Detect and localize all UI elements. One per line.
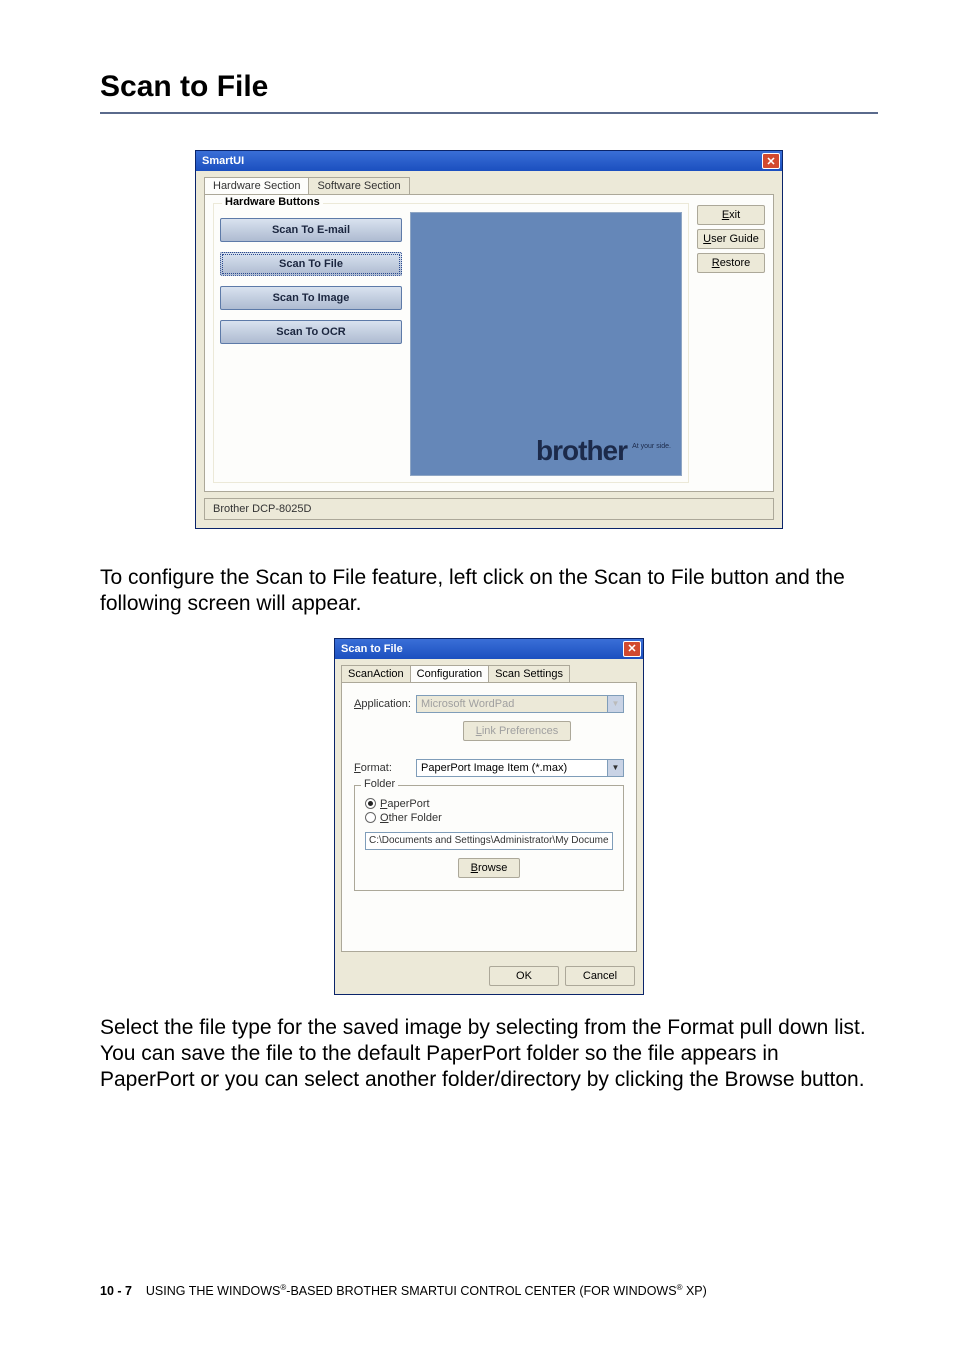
dialog-title: Scan to File bbox=[341, 643, 403, 655]
hardware-button-list: Scan To E-mail Scan To File Scan To Imag… bbox=[220, 212, 402, 476]
heading-rule bbox=[100, 112, 878, 114]
tab-software-section[interactable]: Software Section bbox=[308, 177, 409, 194]
section-heading: Scan to File bbox=[100, 70, 878, 104]
application-value: Microsoft WordPad bbox=[421, 698, 514, 710]
radio-icon[interactable] bbox=[365, 812, 376, 823]
folder-path-input[interactable] bbox=[365, 832, 613, 850]
application-dropdown: Microsoft WordPad ▼ bbox=[416, 695, 624, 713]
scan-to-email-button[interactable]: Scan To E-mail bbox=[220, 218, 402, 242]
tab-scan-settings[interactable]: Scan Settings bbox=[488, 665, 570, 682]
brother-tagline: At your side. bbox=[632, 443, 671, 450]
close-icon[interactable]: ✕ bbox=[762, 153, 780, 169]
link-preferences-button: Link Preferences bbox=[463, 721, 572, 741]
format-dropdown[interactable]: PaperPort Image Item (*.max) ▼ bbox=[416, 759, 624, 777]
format-label: Format: bbox=[354, 762, 410, 774]
footer-text-c: XP) bbox=[682, 1284, 706, 1298]
radio-icon[interactable] bbox=[365, 798, 376, 809]
footer-text-b: -BASED BROTHER SMARTUI CONTROL CENTER (F… bbox=[286, 1284, 676, 1298]
smartui-tabpanel: Hardware Buttons Scan To E-mail Scan To … bbox=[204, 194, 774, 492]
browse-button[interactable]: Browse bbox=[458, 858, 521, 878]
radio-other-folder[interactable]: Other Folder bbox=[365, 812, 613, 824]
user-guide-button[interactable]: User Guide bbox=[697, 229, 765, 249]
tab-configuration[interactable]: Configuration bbox=[410, 665, 489, 682]
dialog-footer: OK Cancel bbox=[335, 958, 643, 994]
tab-hardware-section[interactable]: Hardware Section bbox=[204, 177, 309, 194]
scan-to-image-button[interactable]: Scan To Image bbox=[220, 286, 402, 310]
paragraph-2: Select the file type for the saved image… bbox=[100, 1015, 878, 1094]
tab-scanaction[interactable]: ScanAction bbox=[341, 665, 411, 682]
preview-pane: brother At your side. bbox=[410, 212, 682, 476]
footer-text-a: USING THE WINDOWS bbox=[146, 1284, 281, 1298]
folder-group: Folder PaperPort Other Folder Browse bbox=[354, 785, 624, 891]
restore-button[interactable]: Restore bbox=[697, 253, 765, 273]
configuration-panel: Application: Microsoft WordPad ▼ Link Pr… bbox=[341, 682, 637, 952]
chevron-down-icon: ▼ bbox=[607, 696, 623, 712]
smartui-titlebar: SmartUI ✕ bbox=[196, 151, 782, 171]
cancel-button[interactable]: Cancel bbox=[565, 966, 635, 986]
side-buttons: Exit User Guide Restore bbox=[697, 203, 765, 483]
brother-logo: brother bbox=[536, 435, 627, 466]
radio-paperport[interactable]: PaperPort bbox=[365, 798, 613, 810]
format-value: PaperPort Image Item (*.max) bbox=[421, 762, 567, 774]
exit-button[interactable]: Exit bbox=[697, 205, 765, 225]
smartui-window: SmartUI ✕ Hardware Section Software Sect… bbox=[195, 150, 783, 529]
ok-button[interactable]: OK bbox=[489, 966, 559, 986]
scan-to-ocr-button[interactable]: Scan To OCR bbox=[220, 320, 402, 344]
scan-to-file-button[interactable]: Scan To File bbox=[220, 252, 402, 276]
smartui-title: SmartUI bbox=[202, 155, 244, 167]
dialog-tabs: ScanAction Configuration Scan Settings bbox=[335, 659, 643, 682]
dialog-titlebar: Scan to File ✕ bbox=[335, 639, 643, 659]
hardware-buttons-label: Hardware Buttons bbox=[222, 196, 323, 208]
folder-group-label: Folder bbox=[361, 778, 398, 790]
scan-to-file-dialog: Scan to File ✕ ScanAction Configuration … bbox=[334, 638, 644, 995]
close-icon[interactable]: ✕ bbox=[623, 641, 641, 657]
statusbar: Brother DCP-8025D bbox=[204, 498, 774, 520]
paragraph-1: To configure the Scan to File feature, l… bbox=[100, 565, 878, 618]
page-number: 10 - 7 bbox=[100, 1284, 132, 1298]
page-footer: 10 - 7 USING THE WINDOWS®-BASED BROTHER … bbox=[100, 1283, 878, 1298]
chevron-down-icon[interactable]: ▼ bbox=[607, 760, 623, 776]
application-label: Application: bbox=[354, 698, 410, 710]
smartui-tabs: Hardware Section Software Section bbox=[196, 171, 782, 194]
